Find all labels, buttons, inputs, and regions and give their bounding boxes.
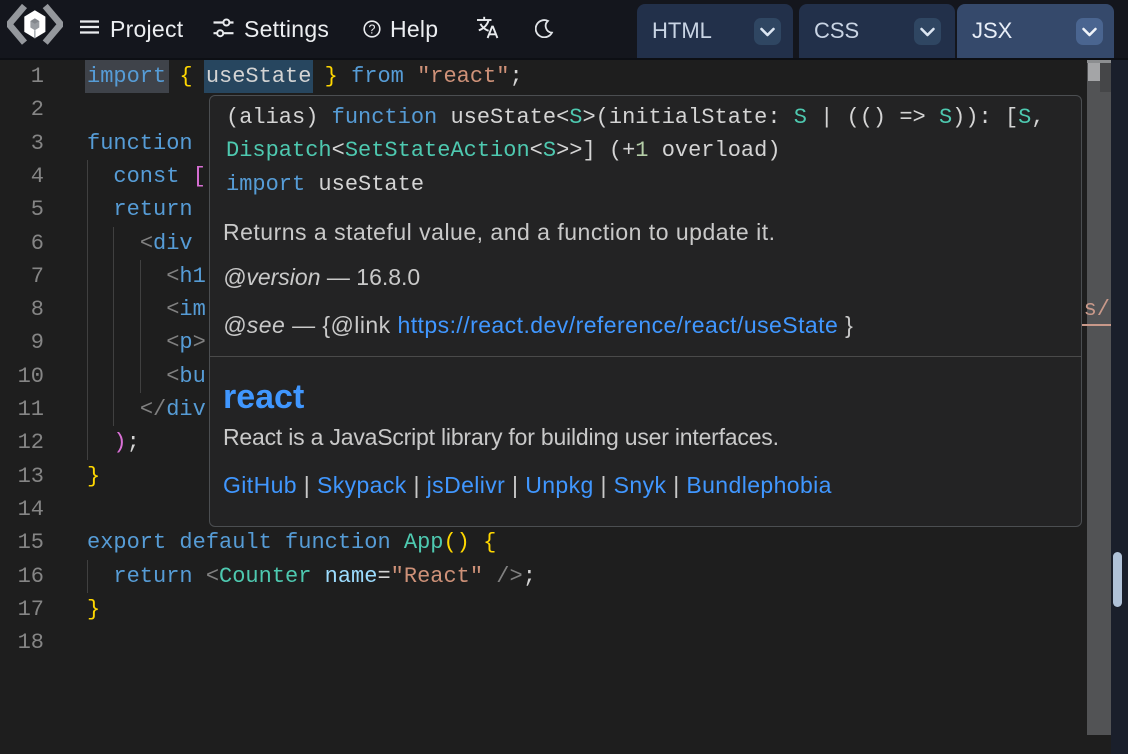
- svg-text:?: ?: [369, 23, 376, 37]
